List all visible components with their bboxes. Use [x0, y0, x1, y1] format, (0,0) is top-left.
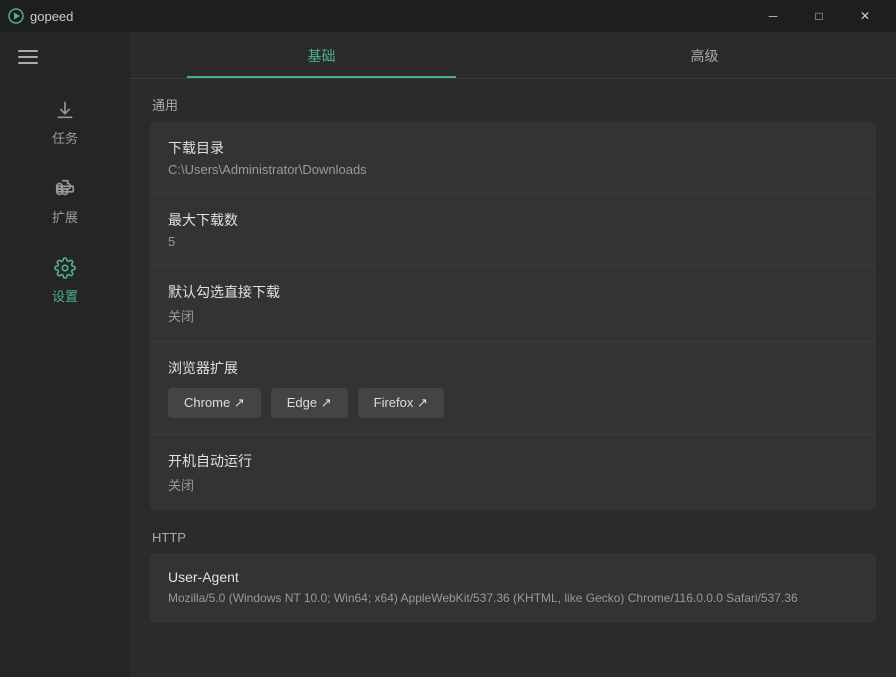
download-dir-label: 下载目录: [168, 138, 858, 158]
maximize-button[interactable]: □: [796, 0, 842, 32]
default-direct-label: 默认勾选直接下载: [168, 282, 858, 302]
sidebar-item-settings[interactable]: 设置: [0, 242, 130, 317]
http-section-title: HTTP: [150, 530, 876, 545]
max-downloads-label: 最大下载数: [168, 210, 858, 230]
http-section: HTTP User-Agent Mozilla/5.0 (Windows NT …: [150, 530, 876, 623]
auto-start-value: 关闭: [168, 475, 858, 494]
tabs: 基础 高级: [130, 32, 896, 79]
sidebar-item-extensions-label: 扩展: [52, 207, 78, 226]
sidebar-item-tasks-label: 任务: [52, 128, 78, 147]
app-logo: gopeed: [8, 8, 73, 24]
titlebar: gopeed ─ □ ✕: [0, 0, 896, 32]
hamburger-button[interactable]: [0, 42, 130, 80]
user-agent-label: User-Agent: [168, 569, 858, 585]
sidebar-item-tasks[interactable]: 任务: [0, 84, 130, 159]
sidebar: 任务 扩展 设置: [0, 32, 130, 677]
general-section-title: 通用: [150, 95, 876, 114]
max-downloads-row: 最大下载数 5: [150, 194, 876, 266]
default-direct-value: 关闭: [168, 306, 858, 325]
browser-buttons: Chrome ↗ Edge ↗ Firefox ↗: [168, 388, 858, 418]
auto-start-row: 开机自动运行 关闭: [150, 435, 876, 510]
chrome-button[interactable]: Chrome ↗: [168, 388, 261, 418]
gear-icon: [51, 254, 79, 282]
user-agent-value: Mozilla/5.0 (Windows NT 10.0; Win64; x64…: [168, 589, 858, 607]
sidebar-item-settings-label: 设置: [52, 286, 78, 305]
tab-advanced[interactable]: 高级: [513, 32, 896, 78]
edge-button[interactable]: Edge ↗: [271, 388, 348, 418]
download-dir-value: C:\Users\Administrator\Downloads: [168, 162, 858, 177]
firefox-button[interactable]: Firefox ↗: [358, 388, 444, 418]
window-controls: ─ □ ✕: [750, 0, 888, 32]
general-section-card: 下载目录 C:\Users\Administrator\Downloads 最大…: [150, 122, 876, 510]
hamburger-icon: [18, 50, 38, 64]
puzzle-icon: [51, 175, 79, 203]
max-downloads-value: 5: [168, 234, 858, 249]
http-section-card: User-Agent Mozilla/5.0 (Windows NT 10.0;…: [150, 553, 876, 623]
download-dir-row: 下载目录 C:\Users\Administrator\Downloads: [150, 122, 876, 194]
tab-basic[interactable]: 基础: [130, 32, 513, 78]
app-title: gopeed: [30, 9, 73, 24]
browser-ext-label: 浏览器扩展: [168, 358, 858, 378]
browser-ext-row: 浏览器扩展 Chrome ↗ Edge ↗ Firefox ↗: [150, 342, 876, 435]
settings-panel: 通用 下载目录 C:\Users\Administrator\Downloads…: [130, 79, 896, 677]
auto-start-label: 开机自动运行: [168, 451, 858, 471]
gopeed-logo-icon: [8, 8, 24, 24]
app-layout: 任务 扩展 设置 基础: [0, 32, 896, 677]
main-content: 基础 高级 通用 下载目录 C:\Users\Administrator\Dow…: [130, 32, 896, 677]
minimize-button[interactable]: ─: [750, 0, 796, 32]
default-direct-row: 默认勾选直接下载 关闭: [150, 266, 876, 342]
sidebar-item-extensions[interactable]: 扩展: [0, 163, 130, 238]
close-button[interactable]: ✕: [842, 0, 888, 32]
general-section: 通用 下载目录 C:\Users\Administrator\Downloads…: [150, 95, 876, 510]
user-agent-row: User-Agent Mozilla/5.0 (Windows NT 10.0;…: [150, 553, 876, 623]
download-icon: [51, 96, 79, 124]
